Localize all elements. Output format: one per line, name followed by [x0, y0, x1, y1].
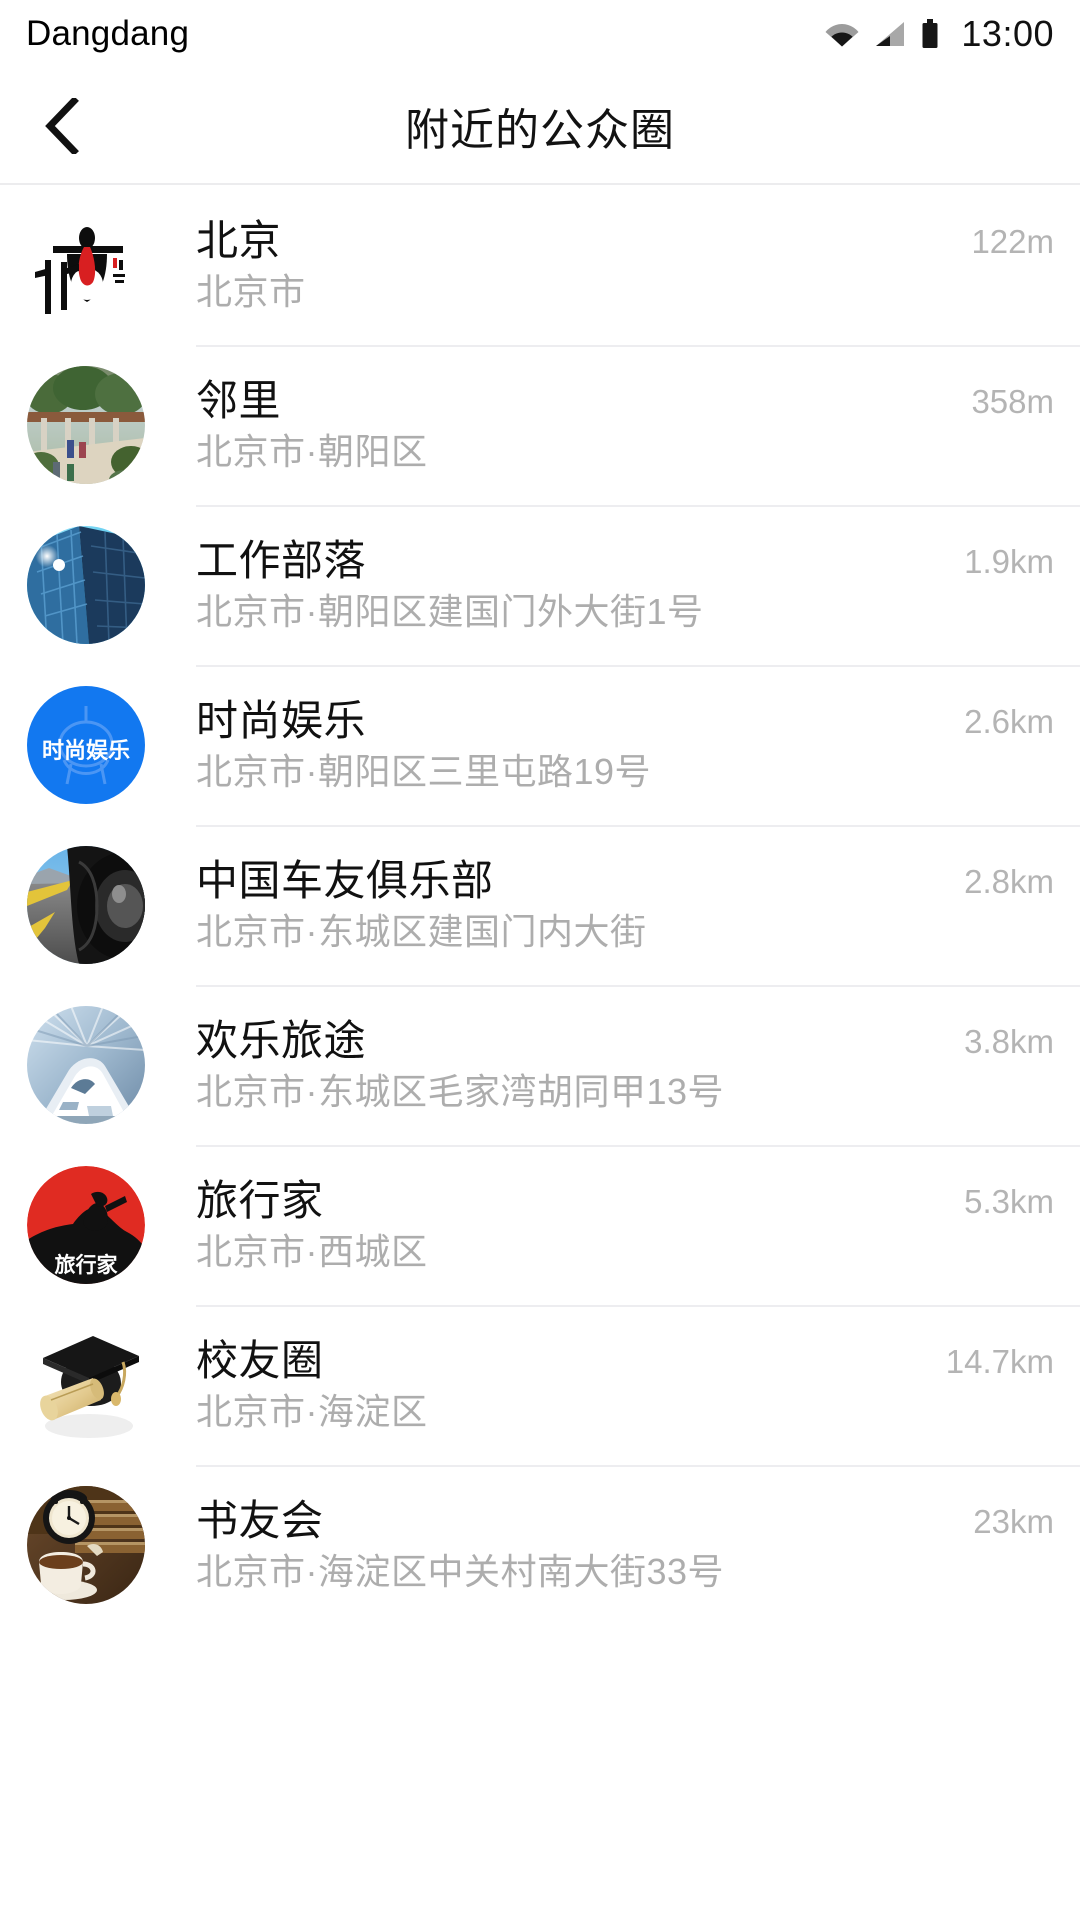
list-item-address: 北京市·朝阳区三里屯路19号 [196, 751, 652, 793]
list-item-text: 时尚娱乐 北京市·朝阳区三里屯路19号 [196, 697, 964, 793]
vintage-clock-coffee-books-photo-avatar [27, 1486, 145, 1604]
glass-office-tower-photo-avatar [27, 526, 145, 644]
list-item-distance: 3.8km [964, 1023, 1054, 1060]
avatar-logo-text: 旅行家 [55, 1253, 119, 1277]
list-item-address: 北京市·朝阳区建国门外大街1号 [196, 591, 704, 633]
list-item-address: 北京市·西城区 [196, 1231, 428, 1273]
list-item-text: 书友会 北京市·海淀区中关村南大街33号 [196, 1497, 973, 1593]
list-item[interactable]: 时尚娱乐 时尚娱乐 北京市·朝阳区三里屯路19号 2.6km [0, 665, 1080, 825]
page-title: 附近的公众圈 [405, 105, 675, 155]
list-item-distance: 14.7km [945, 1343, 1054, 1380]
list-item-distance: 2.6km [964, 703, 1054, 740]
car-tire-road-photo-avatar [27, 846, 145, 964]
list-item-distance: 2.8km [964, 863, 1054, 900]
list-item[interactable]: 中国车友俱乐部 北京市·东城区建国门内大街 2.8km [0, 825, 1080, 985]
list-item[interactable]: 邻里 北京市·朝阳区 358m [0, 345, 1080, 505]
list-item[interactable]: 书友会 北京市·海淀区中关村南大街33号 23km [0, 1465, 1080, 1625]
high-speed-train-photo-avatar [27, 1006, 145, 1124]
list-item[interactable]: 北京 北京市 122m [0, 185, 1080, 345]
list-item-title: 欢乐旅途 [196, 1017, 367, 1065]
fashion-entertainment-blue-logo-avatar: 时尚娱乐 [27, 686, 145, 804]
list-item-address: 北京市·东城区毛家湾胡同甲13号 [196, 1071, 725, 1113]
list-item-address: 北京市·朝阳区 [196, 431, 428, 473]
neighborhood-park-photo-avatar [27, 366, 145, 484]
wifi-icon [825, 21, 859, 47]
list-item-distance: 122m [971, 223, 1054, 260]
list-item-text: 旅行家 北京市·西城区 [196, 1177, 964, 1273]
list-item-title: 时尚娱乐 [196, 697, 367, 745]
list-item-title: 工作部落 [196, 537, 367, 585]
list-item[interactable]: 欢乐旅途 北京市·东城区毛家湾胡同甲13号 3.8km [0, 985, 1080, 1145]
list-item-text: 邻里 北京市·朝阳区 [196, 377, 971, 473]
carrier-label: Dangdang [26, 14, 190, 53]
page-header: 附近的公众圈 [0, 68, 1080, 185]
list-item-distance: 5.3km [964, 1183, 1054, 1220]
list-item-text: 北京 北京市 [196, 217, 971, 313]
list-item-title: 校友圈 [196, 1337, 324, 1385]
list-item-address: 北京市·东城区建国门内大街 [196, 911, 647, 953]
list-item-title: 旅行家 [196, 1177, 324, 1225]
list-item-address: 北京市 [196, 271, 306, 313]
list-item[interactable]: 工作部落 北京市·朝阳区建国门外大街1号 1.9km [0, 505, 1080, 665]
chevron-left-icon [45, 97, 79, 154]
list-item[interactable]: 旅行家 旅行家 北京市·西城区 5.3km [0, 1145, 1080, 1305]
list-item-title: 中国车友俱乐部 [196, 857, 494, 905]
list-item-text: 中国车友俱乐部 北京市·东城区建国门内大街 [196, 857, 964, 953]
battery-icon [921, 19, 939, 49]
clock-label: 13:00 [961, 13, 1054, 54]
list-item-text: 欢乐旅途 北京市·东城区毛家湾胡同甲13号 [196, 1017, 964, 1113]
list-item-address: 北京市·海淀区 [196, 1391, 428, 1433]
avatar-logo-text: 时尚娱乐 [42, 738, 130, 763]
status-bar: Dangdang 13:00 [0, 0, 1080, 68]
list-item-distance: 358m [971, 383, 1054, 420]
list-item-title: 书友会 [196, 1497, 324, 1545]
list-item-text: 工作部落 北京市·朝阳区建国门外大街1号 [196, 537, 964, 633]
list-item-title: 邻里 [196, 377, 282, 425]
list-item-distance: 1.9km [964, 543, 1054, 580]
list-item-distance: 23km [973, 1503, 1054, 1540]
traveler-red-sun-logo-avatar: 旅行家 [27, 1166, 145, 1284]
list-item-text: 校友圈 北京市·海淀区 [196, 1337, 946, 1433]
list-item[interactable]: 校友圈 北京市·海淀区 14.7km [0, 1305, 1080, 1465]
status-icons-group: 13:00 [825, 13, 1054, 55]
list-item-title: 北京 [196, 217, 282, 265]
beijing-olympic-logo-avatar [27, 206, 145, 324]
back-button[interactable] [30, 94, 94, 158]
list-item-address: 北京市·海淀区中关村南大街33号 [196, 1551, 725, 1593]
nearby-circles-list: 北京 北京市 122m 邻里 北京市·朝阳区 358m 工作部落 北京市·朝阳区… [0, 185, 1080, 1625]
graduation-cap-diploma-avatar [27, 1326, 145, 1444]
signal-icon [875, 21, 905, 47]
